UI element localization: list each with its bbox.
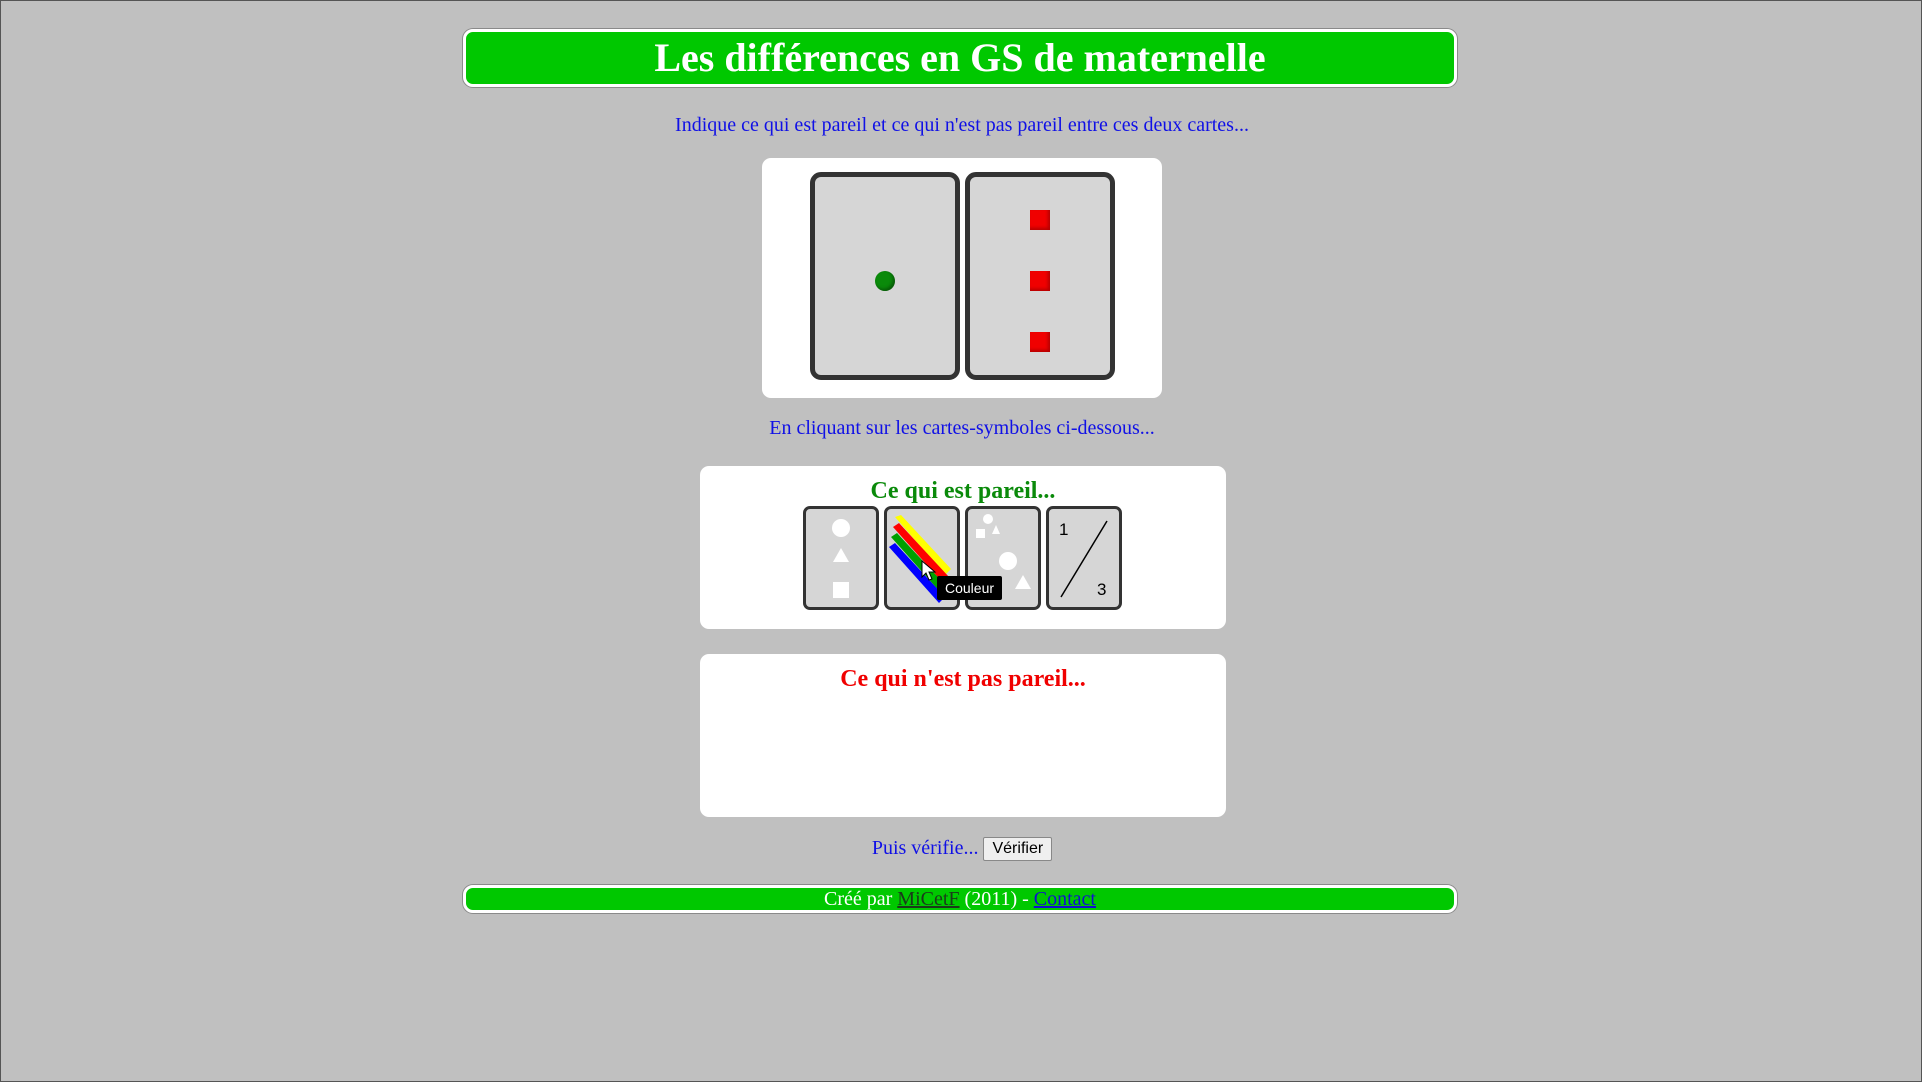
green-circle-symbol [875, 271, 895, 291]
number-label-one: 1 [1059, 520, 1068, 539]
red-square-symbol [1030, 271, 1050, 291]
title-banner: Les différences en GS de maternelle [463, 29, 1457, 87]
verify-button[interactable]: Vérifier [983, 837, 1053, 862]
left-card [810, 172, 960, 380]
number-card[interactable]: 1 3 [1046, 506, 1122, 610]
verify-row: Puis vérifie... Vérifier [1, 837, 1922, 862]
shape-card[interactable] [803, 506, 879, 610]
footer-banner: Créé par MiCetF (2011) - Contact [463, 885, 1457, 913]
shapes-icon [832, 519, 850, 598]
red-square-symbol [1030, 332, 1050, 352]
footer-prefix: Créé par [823, 888, 893, 910]
footer-middle: (2011) - [964, 888, 1029, 910]
verify-prompt: Puis vérifie... [871, 837, 979, 859]
color-tooltip: Couleur [937, 576, 1003, 600]
author-link[interactable]: MiCetF [897, 888, 959, 910]
mouse-cursor-icon [921, 560, 937, 581]
compare-instruction: Indique ce qui est pareil et ce qui n'es… [675, 114, 1249, 136]
same-zone-title: Ce qui est pareil... [870, 478, 1056, 504]
diff-zone-title: Ce qui n'est pas pareil... [840, 666, 1086, 692]
page-title: Les différences en GS de maternelle [654, 35, 1266, 80]
same-zone[interactable]: Ce qui est pareil... 1 3 Couleur [700, 466, 1226, 629]
number-label-three: 3 [1097, 580, 1106, 599]
click-instruction: En cliquant sur les cartes-symboles ci-d… [769, 417, 1155, 439]
right-card [965, 172, 1115, 380]
number-icon: 1 3 [1059, 520, 1108, 599]
red-square-symbol [1030, 210, 1050, 230]
contact-link[interactable]: Contact [1034, 888, 1096, 910]
cards-panel [762, 158, 1162, 398]
diff-zone[interactable]: Ce qui n'est pas pareil... [700, 654, 1226, 817]
